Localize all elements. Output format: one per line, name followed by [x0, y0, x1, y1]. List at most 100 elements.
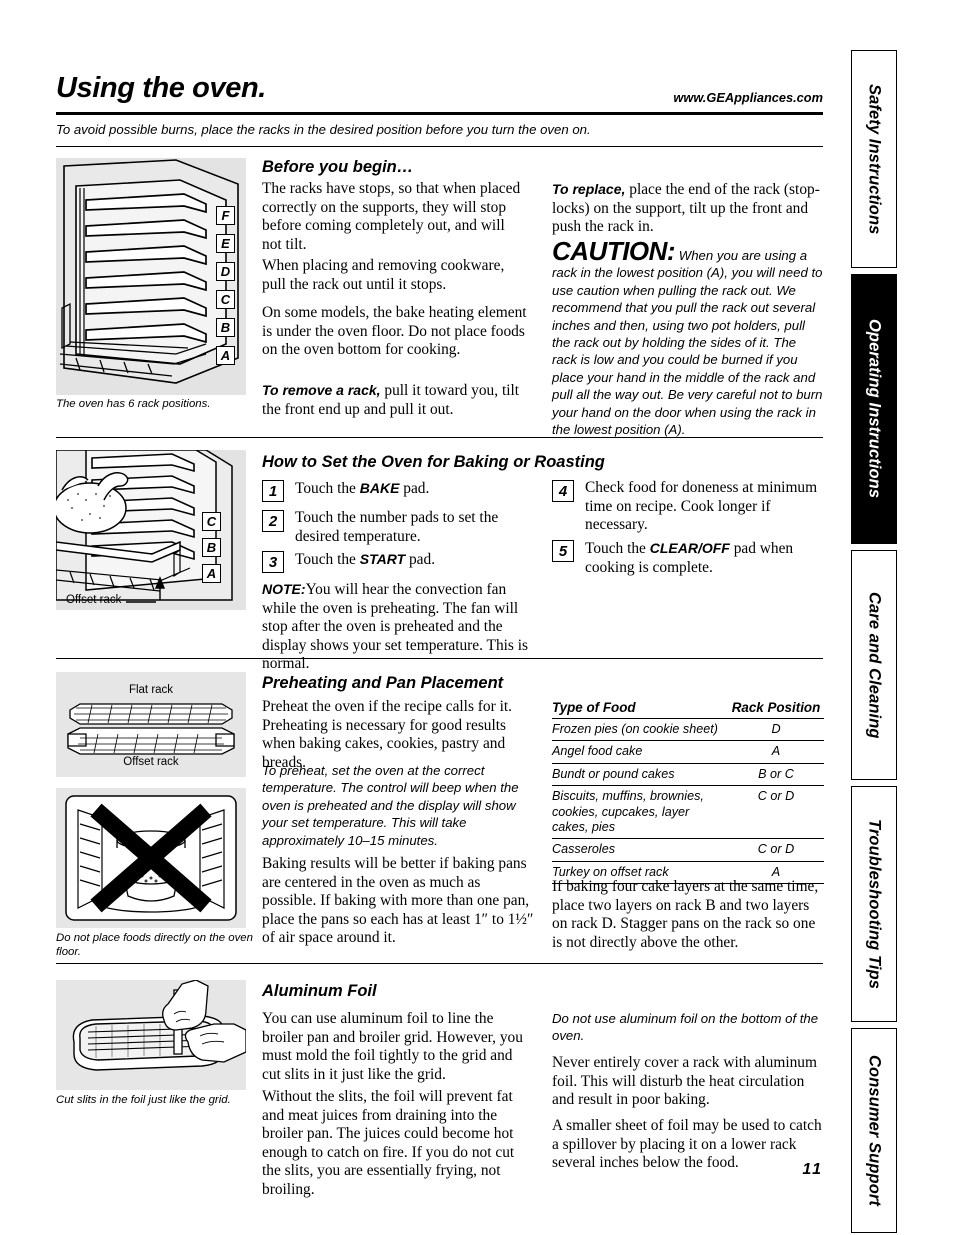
before-paragraph-3: On some models, the bake heating element… [262, 304, 527, 359]
page-number: 11 [802, 1161, 823, 1178]
cell-rack: B or C [728, 763, 824, 787]
divider-1 [56, 437, 823, 438]
before-paragraph-2: When placing and removing cookware, pull… [262, 257, 505, 293]
foil-paragraph-2: Without the slits, the foil will prevent… [262, 1088, 515, 1198]
section-tab-rail: Safety Instructions Operating Instructio… [851, 50, 899, 1233]
flat-rack-label: Flat rack [128, 684, 174, 696]
header-rule [56, 112, 823, 116]
cell-rack: C or D [728, 838, 824, 862]
step-pad-name: START [359, 551, 406, 567]
figure-flat-and-offset-rack: Flat rack Offset rack [56, 672, 246, 777]
divider-3 [56, 963, 823, 964]
caution-block: CAUTION: When you are using a rack in th… [552, 238, 824, 438]
rack-chip-f: F [216, 206, 235, 225]
figure-do-not-place-on-floor [56, 788, 246, 928]
step-text: Touch the number pads to set the desired… [295, 509, 499, 545]
sidebar-tab-label: Operating Instructions [865, 319, 884, 499]
foil-paragraph-4: A smaller sheet of foil may be used to c… [552, 1117, 822, 1172]
step-number: 1 [262, 480, 284, 502]
before-paragraph-4: To remove a rack, pull it toward you, ti… [262, 381, 527, 419]
figure-turkey-offset-rack: C B A Offset rack [56, 450, 246, 610]
sidebar-tab-consumer-support[interactable]: Consumer Support [851, 1028, 897, 1233]
rack-chip-c: C [202, 512, 221, 531]
heading-aluminum-foil: Aluminum Foil [262, 982, 377, 1000]
foil-paragraph-1: You can use aluminum foil to line the br… [262, 1010, 523, 1083]
sidebar-tab-label: Troubleshooting Tips [865, 818, 884, 990]
table-row: Bundt or pound cakes B or C [552, 763, 824, 787]
preheat-paragraph-3: Baking results will be better if baking … [262, 855, 534, 947]
step-text-lead: Touch the [295, 480, 360, 497]
offset-rack-label: Offset rack [123, 756, 179, 768]
step-text: Touch the CLEAR/OFF pad when cooking is … [585, 539, 821, 577]
foil-paragraph-3: Never entirely cover a rack with aluminu… [552, 1054, 817, 1109]
preheat-paragraph-2: To preheat, set the oven at the correct … [262, 763, 519, 848]
oven-floor-warning-drawing [56, 788, 246, 928]
heading-preheating: Preheating and Pan Placement [262, 674, 504, 692]
heading-before-you-begin: Before you begin… [262, 158, 414, 176]
figure-caption-oven-floor: Do not place foods directly on the oven … [56, 932, 253, 958]
heading-baking-roasting: How to Set the Oven for Baking or Roasti… [262, 453, 605, 471]
sidebar-tab-troubleshooting-tips[interactable]: Troubleshooting Tips [851, 786, 897, 1022]
table-note: If baking four cake layers at the same t… [552, 878, 819, 951]
table-row: Casseroles C or D [552, 838, 824, 862]
rack-chip-a: A [216, 346, 235, 365]
sidebar-tab-label: Safety Instructions [865, 83, 884, 235]
cell-food: Frozen pies (on cookie sheet) [552, 718, 728, 742]
foil-warning-italic: Do not use aluminum foil on the bottom o… [552, 1011, 819, 1044]
step-text-lead: Touch the [295, 551, 360, 568]
table-header-food: Type of Food [552, 700, 728, 719]
page-title: Using the oven. [56, 72, 266, 104]
table-row: Biscuits, muffins, brownies, cookies, cu… [552, 785, 824, 840]
cell-rack: D [728, 718, 824, 742]
divider-2 [56, 658, 823, 659]
step-text-tail: pad. [405, 551, 436, 568]
table-row: Frozen pies (on cookie sheet) D [552, 718, 824, 742]
rack-chip-c: C [216, 290, 235, 309]
sidebar-tab-care-and-cleaning[interactable]: Care and Cleaning [851, 550, 897, 780]
note-lead-in: NOTE: [262, 581, 306, 597]
sidebar-tab-label: Care and Cleaning [865, 591, 884, 739]
step-text: Check food for doneness at minimum time … [585, 479, 818, 534]
website-url: www.GEAppliances.com [673, 90, 823, 105]
step-text-lead: Touch the [585, 540, 650, 557]
divider-top [56, 146, 823, 147]
step-text-tail: pad. [399, 480, 430, 497]
step-number: 4 [552, 480, 574, 502]
cell-rack: A [728, 740, 824, 764]
cell-food: Angel food cake [552, 740, 728, 764]
figure-foil-slits [56, 980, 246, 1090]
cell-rack: C or D [728, 785, 824, 840]
table-header-row: Type of Food Rack Position [552, 700, 824, 719]
step-number: 5 [552, 540, 574, 562]
table-row: Angel food cake A [552, 740, 824, 764]
baking-note: NOTE:You will hear the convection fan wh… [262, 580, 534, 674]
rack-position-table: Type of Food Rack Position Frozen pies (… [552, 700, 824, 885]
rack-chip-d: D [216, 262, 235, 281]
rack-chip-b: B [202, 538, 221, 557]
step-pad-name: BAKE [359, 480, 400, 496]
cell-food: Casseroles [552, 838, 728, 862]
page-subtitle: To avoid possible burns, place the racks… [56, 122, 591, 137]
rack-chip-b: B [216, 318, 235, 337]
rack-chip-e: E [216, 234, 235, 253]
sidebar-tab-label: Consumer Support [865, 1054, 884, 1207]
step-number: 3 [262, 551, 284, 573]
step-pad-name: CLEAR/OFF [649, 540, 730, 556]
sidebar-tab-operating-instructions[interactable]: Operating Instructions [851, 274, 897, 544]
caution-text: When you are using a rack in the lowest … [552, 248, 823, 438]
rack-chip-a: A [202, 564, 221, 583]
step-number: 2 [262, 510, 284, 532]
remove-rack-lead-in: To remove a rack, [262, 382, 381, 398]
before-paragraph-1: The racks have stops, so that when place… [262, 180, 521, 253]
cell-food: Bundt or pound cakes [552, 763, 728, 787]
figure-oven-rack-positions: F E D C B A [56, 158, 246, 395]
step-text: Touch the START pad. [295, 550, 527, 570]
broiler-grid-foil-drawing [56, 980, 246, 1090]
figure-caption-foil-slits: Cut slits in the foil just like the grid… [56, 1094, 231, 1106]
step-text: Touch the BAKE pad. [295, 479, 527, 499]
cell-food: Biscuits, muffins, brownies, cookies, cu… [552, 785, 728, 840]
sidebar-tab-safety-instructions[interactable]: Safety Instructions [851, 50, 897, 268]
offset-rack-label: Offset rack [66, 594, 122, 606]
replace-lead-in: To replace, [552, 181, 626, 197]
table-header-rack: Rack Position [728, 700, 824, 719]
